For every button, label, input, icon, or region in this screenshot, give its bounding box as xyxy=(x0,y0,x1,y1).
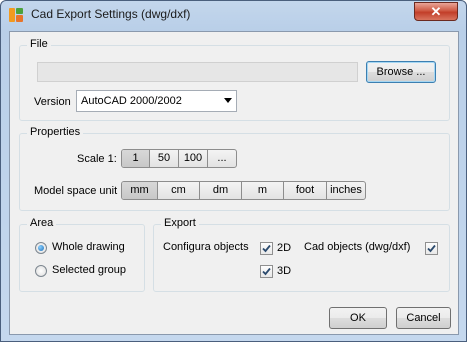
scale-option-100[interactable]: 100 xyxy=(179,150,208,167)
file-legend: File xyxy=(27,38,51,50)
checkmark-icon xyxy=(262,267,271,276)
cad-objects-label: Cad objects (dwg/dxf) xyxy=(304,241,411,253)
version-selected-value: AutoCAD 2000/2002 xyxy=(81,95,182,107)
checkmark-icon xyxy=(262,244,271,253)
ok-button[interactable]: OK xyxy=(329,307,387,329)
ok-label: OK xyxy=(350,312,366,324)
version-select[interactable]: AutoCAD 2000/2002 xyxy=(76,90,237,112)
selected-group-label[interactable]: Selected group xyxy=(52,264,126,276)
unit-segmented-control: mm cm dm m foot inches xyxy=(121,181,366,200)
unit-option-m[interactable]: m xyxy=(242,182,284,199)
unit-option-cm[interactable]: cm xyxy=(158,182,200,199)
dialog-window: Cad Export Settings (dwg/dxf) ✕ File Bro… xyxy=(0,0,467,342)
version-label: Version xyxy=(34,96,71,108)
unit-option-foot[interactable]: foot xyxy=(284,182,327,199)
close-icon: ✕ xyxy=(430,4,442,19)
browse-button[interactable]: Browse ... xyxy=(366,61,436,83)
area-group: Area Whole drawing Selected group xyxy=(19,217,145,292)
area-legend: Area xyxy=(27,217,57,229)
scale-option-1[interactable]: 1 xyxy=(122,150,150,167)
checkbox-cad-objects[interactable] xyxy=(425,242,438,255)
title-bar[interactable]: Cad Export Settings (dwg/dxf) ✕ xyxy=(1,1,466,28)
unit-option-dm[interactable]: dm xyxy=(200,182,242,199)
dialog-client-area: File Browse ... Version AutoCAD 2000/200… xyxy=(9,31,459,335)
close-button[interactable]: ✕ xyxy=(414,2,458,21)
properties-legend: Properties xyxy=(27,126,84,138)
configura-objects-label: Configura objects xyxy=(163,241,249,253)
browse-label: Browse ... xyxy=(376,66,426,78)
unit-option-inches[interactable]: inches xyxy=(327,182,365,199)
checkbox-3d-label[interactable]: 3D xyxy=(277,265,291,277)
scale-option-more[interactable]: ... xyxy=(208,150,236,167)
scale-label: Scale 1: xyxy=(77,153,117,165)
export-legend: Export xyxy=(161,217,199,229)
checkbox-2d-label[interactable]: 2D xyxy=(277,242,291,254)
properties-group: Properties Scale 1: 1 50 100 ... Model s… xyxy=(19,126,450,211)
app-icon xyxy=(8,7,24,23)
export-group: Export Configura objects 2D Cad objects … xyxy=(153,217,450,292)
whole-drawing-radio[interactable] xyxy=(35,242,47,254)
unit-option-mm[interactable]: mm xyxy=(122,182,158,199)
whole-drawing-label[interactable]: Whole drawing xyxy=(52,241,125,253)
cancel-button[interactable]: Cancel xyxy=(396,307,451,329)
checkbox-2d[interactable] xyxy=(260,242,273,255)
checkbox-3d[interactable] xyxy=(260,265,273,278)
scale-segmented-control: 1 50 100 ... xyxy=(121,149,237,168)
selected-group-radio[interactable] xyxy=(35,265,47,277)
scale-option-50[interactable]: 50 xyxy=(150,150,179,167)
file-group: File Browse ... Version AutoCAD 2000/200… xyxy=(19,38,450,121)
model-space-unit-label: Model space unit xyxy=(34,185,118,197)
cancel-label: Cancel xyxy=(406,312,441,324)
window-title: Cad Export Settings (dwg/dxf) xyxy=(31,7,191,21)
checkmark-icon xyxy=(427,244,436,253)
chevron-down-icon xyxy=(224,98,232,103)
file-path-field[interactable] xyxy=(37,62,358,82)
